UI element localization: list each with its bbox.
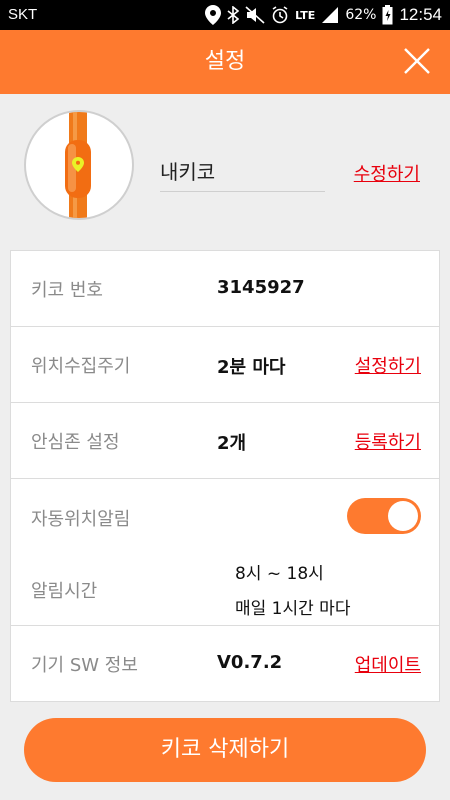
update-link[interactable]: 업데이트 bbox=[355, 651, 421, 677]
bluetooth-icon bbox=[227, 6, 240, 24]
mute-icon bbox=[245, 6, 265, 24]
register-zone-link[interactable]: 등록하기 bbox=[355, 428, 421, 454]
status-bar: SKT LTE 62% 12:54 bbox=[0, 0, 450, 30]
collect-interval-row: 위치수집주기 2분 마다 설정하기 bbox=[11, 327, 439, 403]
sw-version: V0.7.2 bbox=[217, 652, 283, 673]
device-number-value: 3145927 bbox=[217, 277, 305, 298]
lte-label: LTE bbox=[295, 8, 316, 22]
close-button[interactable] bbox=[402, 46, 432, 76]
auto-alert-toggle[interactable] bbox=[347, 498, 421, 534]
clock: 12:54 bbox=[399, 5, 442, 24]
settings-card: 키코 번호 3145927 위치수집주기 2분 마다 설정하기 안심존 설정 2… bbox=[10, 250, 440, 702]
auto-alert-row: 자동위치알림 알림시간 8시 ~ 18시 매일 1시간 마다 bbox=[11, 479, 439, 626]
edit-name-link[interactable]: 수정하기 bbox=[354, 160, 420, 186]
delete-device-button[interactable]: 키코 삭제하기 bbox=[24, 718, 426, 782]
set-interval-link[interactable]: 설정하기 bbox=[355, 352, 421, 378]
device-image bbox=[65, 112, 91, 218]
status-icons: LTE 62% 12:54 bbox=[205, 3, 442, 27]
battery-icon bbox=[382, 5, 393, 25]
location-icon bbox=[205, 5, 222, 25]
alert-time-range: 8시 ~ 18시 bbox=[235, 564, 324, 584]
device-number-row: 키코 번호 3145927 bbox=[11, 251, 439, 327]
safe-zone-value: 2개 bbox=[217, 433, 247, 454]
close-icon bbox=[404, 48, 430, 74]
battery-percent: 62% bbox=[345, 7, 377, 23]
app-bar: 설정 bbox=[0, 30, 450, 94]
collect-interval-value: 2분 마다 bbox=[217, 357, 286, 378]
device-name: 내키코 bbox=[160, 156, 325, 192]
collect-interval-label: 위치수집주기 bbox=[31, 356, 131, 377]
safe-zone-label: 안심존 설정 bbox=[31, 432, 120, 453]
auto-alert-label: 자동위치알림 bbox=[31, 509, 131, 530]
toggle-knob bbox=[388, 501, 418, 531]
device-avatar bbox=[24, 110, 134, 220]
sw-info-row: 기기 SW 정보 V0.7.2 업데이트 bbox=[11, 626, 439, 701]
signal-icon bbox=[321, 6, 339, 24]
device-number-label: 키코 번호 bbox=[31, 280, 103, 301]
alert-time-frequency: 매일 1시간 마다 bbox=[235, 599, 351, 619]
alarm-icon bbox=[271, 6, 289, 24]
carrier-label: SKT bbox=[8, 6, 38, 23]
safe-zone-row: 안심존 설정 2개 등록하기 bbox=[11, 403, 439, 479]
alert-time-label: 알림시간 bbox=[31, 581, 98, 602]
sw-info-label: 기기 SW 정보 bbox=[31, 655, 138, 676]
page-title: 설정 bbox=[204, 49, 246, 74]
